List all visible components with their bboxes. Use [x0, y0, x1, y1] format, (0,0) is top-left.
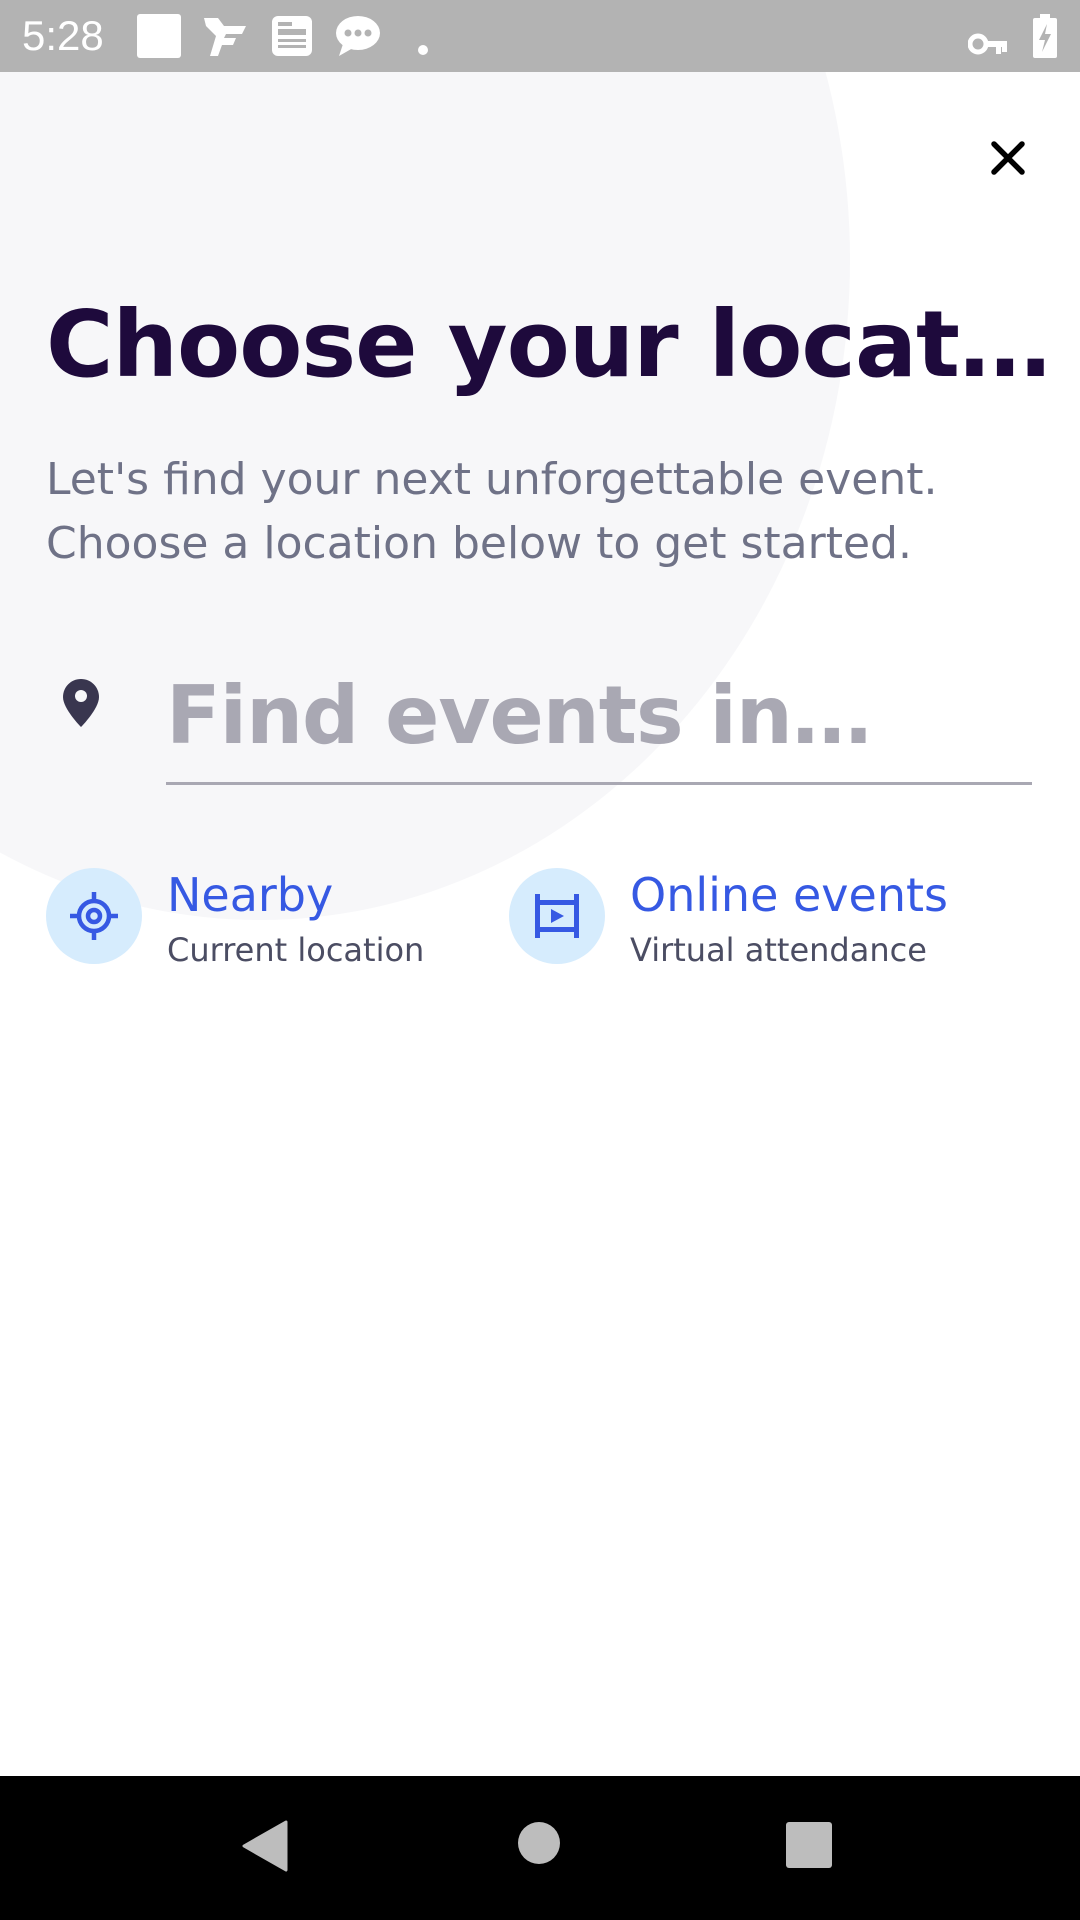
status-time: 5:28 — [22, 12, 104, 59]
dot-icon — [418, 45, 428, 55]
search-input[interactable] — [166, 660, 1032, 770]
location-picker: Choose your locat… Let's find your next … — [0, 0, 1080, 1920]
vpn-key-icon — [968, 33, 1007, 55]
home-icon[interactable] — [518, 1822, 560, 1864]
location-pin-icon — [63, 679, 99, 727]
page-subtitle: Let's find your next unforgettable event… — [46, 448, 1006, 576]
video-frame-icon — [535, 894, 579, 938]
screen: 5:28 Choose your locat… Let's find your … — [0, 0, 1080, 1920]
subtitle-line-2: Choose a location below to get started. — [46, 518, 912, 569]
online-events-option[interactable]: Online events Virtual attendance — [509, 868, 1029, 969]
nearby-option[interactable]: Nearby Current location — [46, 868, 466, 969]
navigation-bar — [0, 1776, 1080, 1920]
battery-charging-icon — [1033, 14, 1057, 58]
news-icon — [272, 16, 312, 56]
online-events-label: Online events — [630, 868, 948, 922]
nearby-icon-badge — [46, 868, 142, 964]
nearby-label: Nearby — [167, 868, 334, 922]
close-icon[interactable] — [980, 130, 1036, 186]
subtitle-line-1: Let's find your next unforgettable event… — [46, 454, 938, 505]
crosshair-icon — [70, 892, 118, 940]
close-button[interactable] — [980, 130, 1036, 186]
nearby-sublabel: Current location — [167, 931, 425, 969]
back-icon[interactable] — [242, 1820, 288, 1872]
online-events-sublabel: Virtual attendance — [630, 931, 927, 969]
recents-icon[interactable] — [786, 1822, 832, 1868]
feedly-icon — [204, 18, 246, 56]
square-app-icon — [137, 14, 181, 58]
search-field[interactable] — [166, 660, 1032, 785]
online-icon-badge — [509, 868, 605, 964]
status-bar: 5:28 — [0, 0, 1080, 72]
chat-icon — [336, 16, 380, 56]
page-title: Choose your locat… — [46, 291, 1051, 398]
